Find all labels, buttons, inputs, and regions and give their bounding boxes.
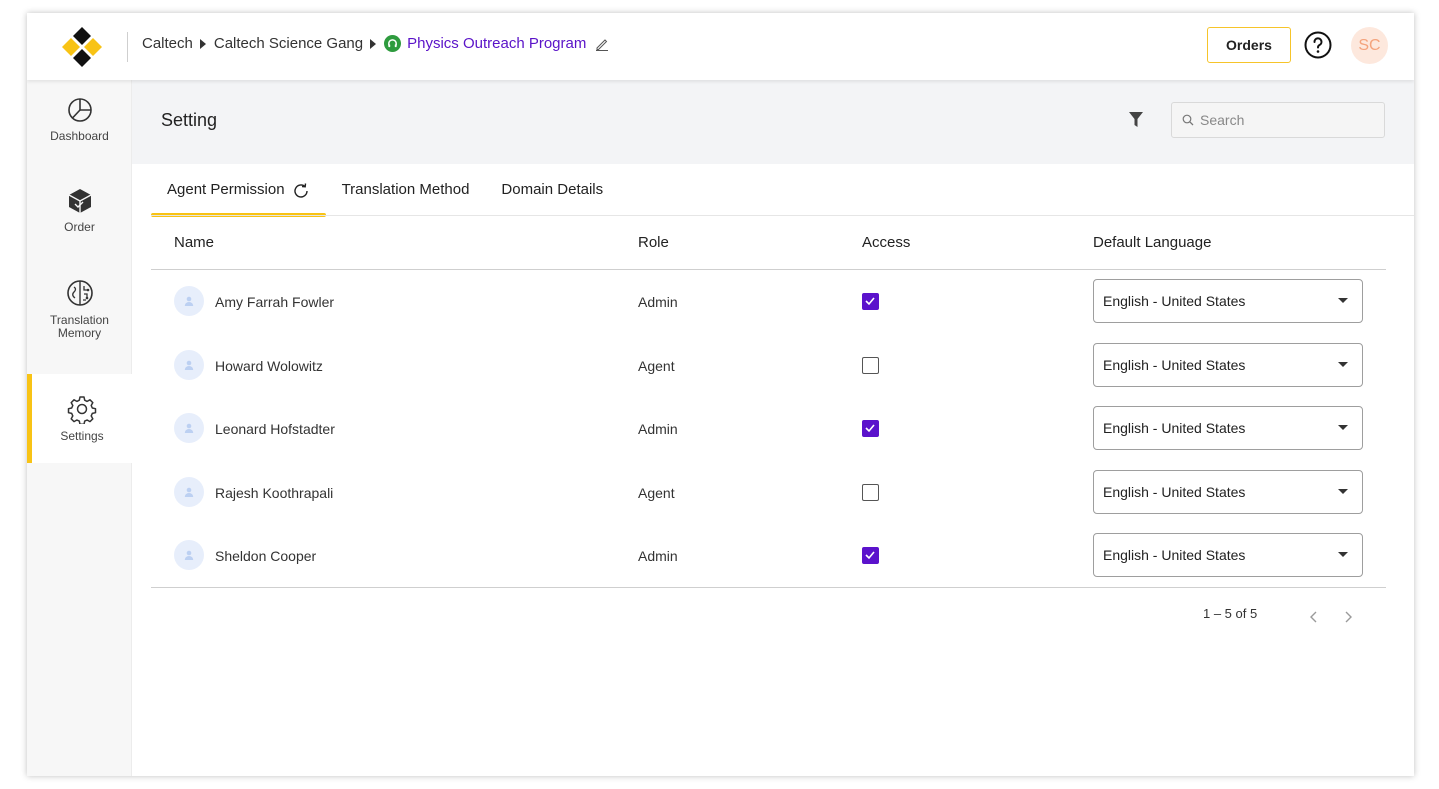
breadcrumb: Caltech Caltech Science Gang Physics Out… [142,35,609,52]
access-checkbox[interactable] [862,420,879,437]
gear-icon [67,396,97,424]
sidebar-item-settings[interactable]: Settings [27,374,132,463]
sidebar-item-translation-memory[interactable]: Translation Memory [27,278,132,358]
check-icon [865,424,875,433]
box-icon [68,189,91,213]
tabs-divider [151,215,1414,216]
divider [127,32,128,62]
row-name: Amy Farrah Fowler [215,294,335,310]
row-role: Agent [638,357,675,374]
default-language-select[interactable]: English - United States [1093,469,1363,514]
sidebar-item-label: Settings [60,429,104,443]
pie-chart-icon [67,98,92,122]
check-icon [865,297,875,306]
breadcrumb-separator-icon [199,38,206,49]
sidebar-item-dashboard[interactable]: Dashboard [27,96,132,152]
caret-down-icon [1338,361,1348,367]
access-checkbox[interactable] [862,356,879,374]
access-checkbox[interactable] [862,547,879,564]
row-role: Admin [638,548,678,564]
search-box[interactable] [1171,102,1385,138]
tab-label: Translation Method [341,181,470,198]
pencil-icon[interactable] [595,37,609,51]
row-name: Rajesh Koothrapali [215,484,334,501]
page-header: Setting [132,80,1414,164]
table-row: Amy Farrah Fowler Admin English - United… [151,270,1386,334]
top-bar: Caltech Caltech Science Gang Physics Out… [27,13,1414,80]
breadcrumb-item-caltech[interactable]: Caltech [142,35,193,52]
column-header-name[interactable]: Name [174,234,214,251]
default-language-select[interactable]: English - United States [1093,342,1363,387]
chevron-right-icon[interactable] [1343,610,1353,624]
column-header-default-language[interactable]: Default Language [1093,234,1211,251]
user-avatar[interactable]: SC [1351,27,1388,64]
search-icon [1182,114,1194,126]
tab-translation-method[interactable]: Translation Method [326,181,486,217]
check-icon [865,551,875,560]
tab-label: Domain Details [501,181,604,198]
default-language-select[interactable]: English - United States [1093,533,1363,577]
row-name: Sheldon Cooper [215,548,317,564]
row-role: Admin [638,421,678,437]
sidebar-item-label: Translation Memory [50,313,109,340]
tab-label: Agent Permission [167,181,285,198]
table-header: Name Role Access Default Language [151,218,1386,270]
sidebar-item-label: Dashboard [50,129,109,143]
refresh-icon[interactable] [292,182,310,200]
caret-down-icon [1338,425,1348,430]
select-value: English - United States [1103,356,1246,373]
app-window: Caltech Caltech Science Gang Physics Out… [27,13,1414,776]
breadcrumb-item-science-gang[interactable]: Caltech Science Gang [214,35,363,52]
pagination-range: 1 – 5 of 5 [1203,606,1258,621]
access-checkbox[interactable] [862,293,879,310]
select-value: English - United States [1103,293,1246,309]
access-checkbox[interactable] [862,483,879,501]
row-name: Leonard Hofstadter [215,421,335,437]
agent-permission-table: Name Role Access Default Language Amy Fa… [151,218,1386,588]
select-value: English - United States [1103,547,1246,563]
sidebar-item-label: Order [64,220,95,234]
table-row: Sheldon Cooper Admin English - United St… [151,524,1386,588]
user-icon [174,286,204,316]
tab-bar: Agent Permission Translation Method Doma… [151,181,619,217]
sidebar-item-order[interactable]: Order [27,187,132,243]
row-role: Agent [638,484,675,501]
brain-icon [66,280,93,306]
default-language-select[interactable]: English - United States [1093,406,1363,450]
search-input[interactable] [1200,112,1370,128]
orders-button[interactable]: Orders [1207,27,1291,63]
filter-icon[interactable] [1129,112,1143,128]
help-circle-icon[interactable] [1303,30,1333,60]
page-title: Setting [161,110,218,130]
select-value: English - United States [1103,483,1246,500]
caret-down-icon [1338,488,1348,494]
caret-down-icon [1338,298,1348,303]
user-icon [174,413,204,443]
table-row: Howard Wolowitz Agent English - United S… [151,334,1386,398]
breadcrumb-current-program[interactable]: Physics Outreach Program [407,35,586,52]
tab-domain-details[interactable]: Domain Details [485,181,619,217]
user-icon [174,476,204,507]
caret-down-icon [1338,552,1348,557]
select-value: English - United States [1103,420,1246,436]
column-header-role[interactable]: Role [638,234,669,251]
row-name: Howard Wolowitz [215,357,323,374]
user-icon [174,349,204,380]
tab-agent-permission[interactable]: Agent Permission [151,181,326,217]
logo-icon[interactable] [60,25,104,69]
default-language-select[interactable]: English - United States [1093,279,1363,323]
row-role: Admin [638,294,678,310]
column-header-access[interactable]: Access [862,234,910,251]
table-row: Rajesh Koothrapali Agent English - Unite… [151,461,1386,525]
user-icon [174,540,204,570]
table-row: Leonard Hofstadter Admin English - Unite… [151,397,1386,461]
headset-icon [384,35,402,52]
breadcrumb-separator-icon [370,38,377,49]
sidebar: Dashboard Order Translation Memory Setti… [27,80,132,776]
chevron-left-icon[interactable] [1309,610,1319,624]
